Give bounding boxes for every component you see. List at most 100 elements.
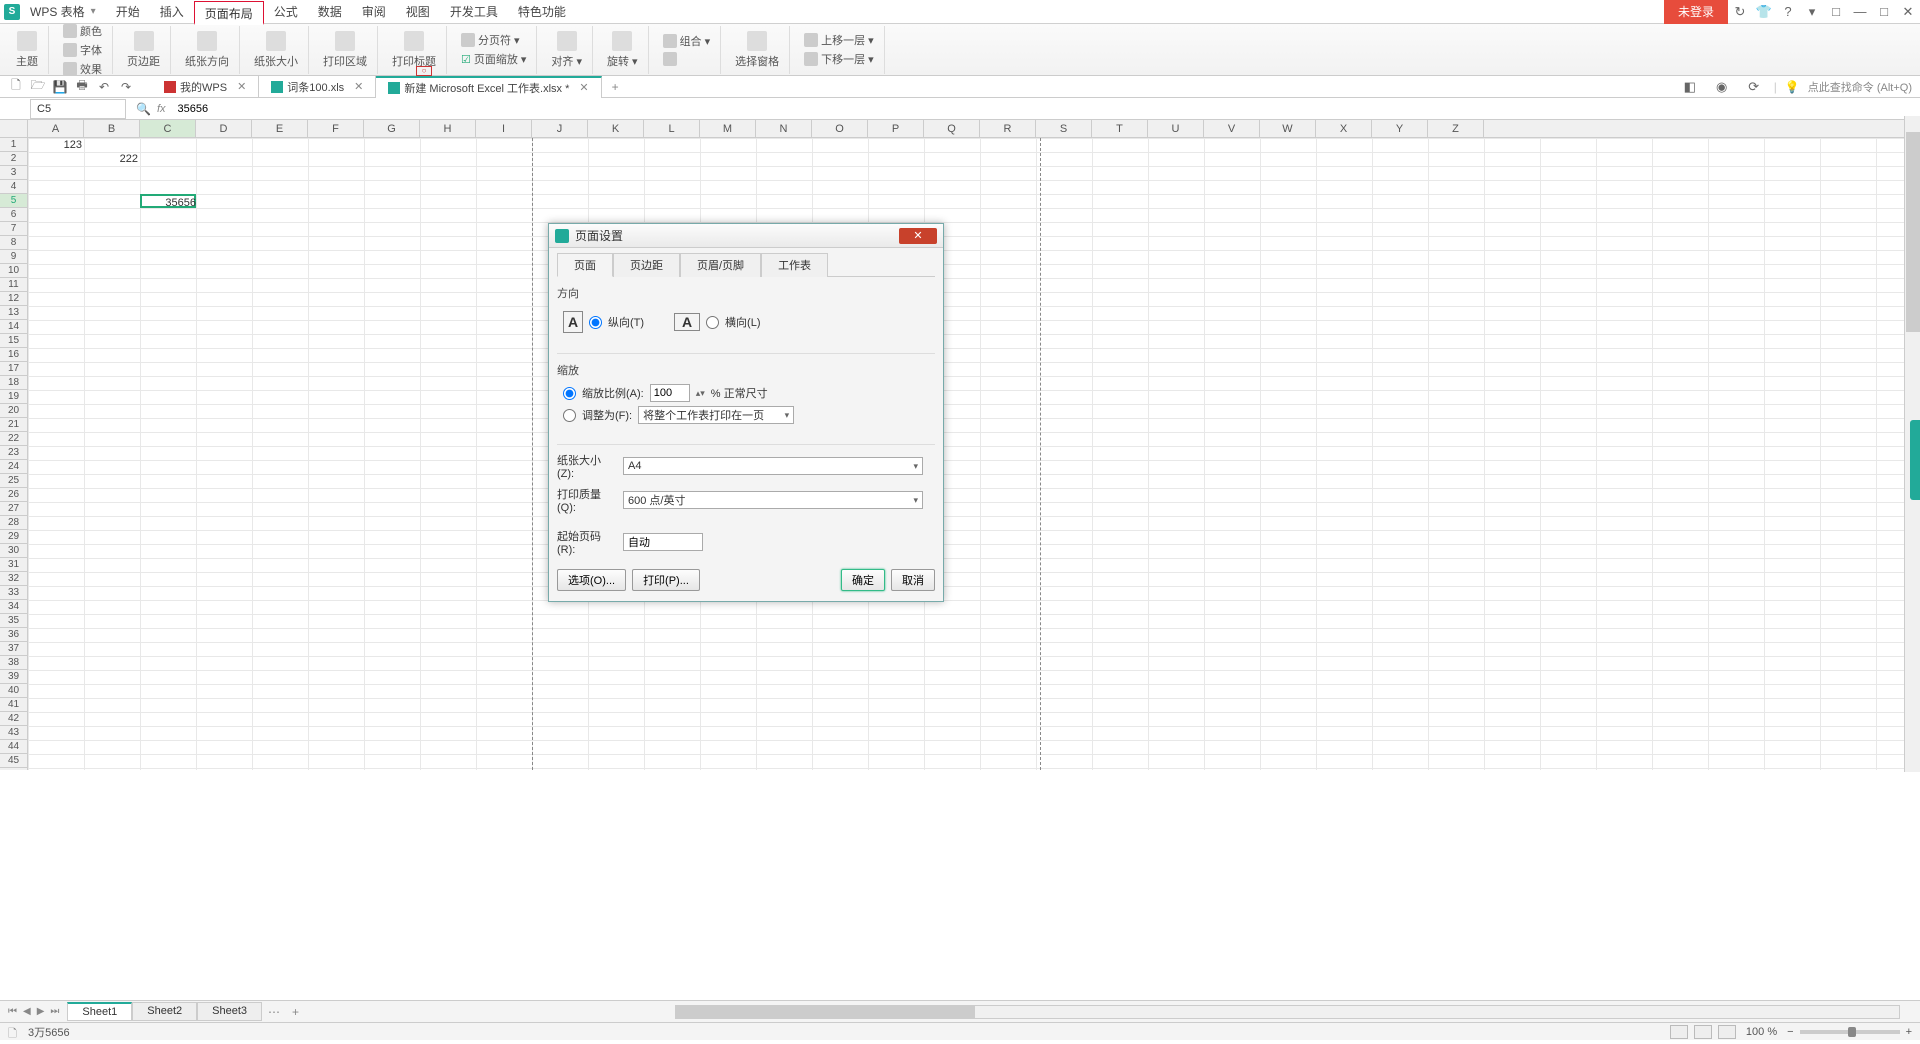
portrait-radio[interactable] xyxy=(589,316,602,329)
row-header-9[interactable]: 9 xyxy=(0,250,27,264)
font-button[interactable]: 字体 xyxy=(59,41,106,59)
qat-icon-5[interactable]: ↷ xyxy=(118,79,134,95)
row-header-3[interactable]: 3 xyxy=(0,166,27,180)
titlebar-icon-5[interactable]: — xyxy=(1848,0,1872,24)
ungroup-button[interactable] xyxy=(659,51,715,67)
active-cell[interactable]: 35656 xyxy=(140,194,196,208)
send-backward-button[interactable]: 下移一层 ▾ xyxy=(800,50,878,68)
cell-C5[interactable]: 35656 xyxy=(142,196,198,210)
sheet-nav-first-icon[interactable]: ⏮ xyxy=(6,1006,19,1017)
effect-button[interactable]: 效果 xyxy=(59,60,106,78)
dialog-tab-1[interactable]: 页边距 xyxy=(613,253,680,277)
row-header-32[interactable]: 32 xyxy=(0,572,27,586)
row-header-41[interactable]: 41 xyxy=(0,698,27,712)
menu-tab-7[interactable]: 开发工具 xyxy=(440,0,508,24)
titlebar-icon-1[interactable]: 👕 xyxy=(1752,0,1776,24)
app-menu-dropdown-icon[interactable]: ▾ xyxy=(91,6,106,17)
row-header-2[interactable]: 2 xyxy=(0,152,27,166)
row-header-4[interactable]: 4 xyxy=(0,180,27,194)
col-header-Z[interactable]: Z xyxy=(1428,120,1484,137)
row-header-46[interactable]: 46 xyxy=(0,768,27,770)
col-header-B[interactable]: B xyxy=(84,120,140,137)
doc-tab-2[interactable]: 新建 Microsoft Excel 工作表.xlsx *✕ xyxy=(376,76,601,98)
row-header-29[interactable]: 29 xyxy=(0,530,27,544)
qat-icon-0[interactable]: 🗋 xyxy=(8,79,24,95)
row-header-45[interactable]: 45 xyxy=(0,754,27,768)
name-box[interactable]: C5 xyxy=(30,99,126,119)
color-button[interactable]: 颜色 xyxy=(59,22,106,40)
view-page-break-button[interactable] xyxy=(1718,1025,1736,1039)
sheet-tab-0[interactable]: Sheet1 xyxy=(67,1002,132,1021)
find-command-label[interactable]: 点此查找命令 (Alt+Q) xyxy=(1808,79,1912,95)
col-header-P[interactable]: P xyxy=(868,120,924,137)
row-header-44[interactable]: 44 xyxy=(0,740,27,754)
spinner-icon[interactable]: ▴▾ xyxy=(696,388,705,399)
col-header-J[interactable]: J xyxy=(532,120,588,137)
orientation-button[interactable]: 纸张方向 xyxy=(181,29,233,71)
row-header-33[interactable]: 33 xyxy=(0,586,27,600)
col-header-V[interactable]: V xyxy=(1204,120,1260,137)
zoom-out-button[interactable]: − xyxy=(1787,1026,1793,1038)
row-header-13[interactable]: 13 xyxy=(0,306,27,320)
col-header-K[interactable]: K xyxy=(588,120,644,137)
titlebar-icon-7[interactable]: ✕ xyxy=(1896,0,1920,24)
doc-tab-1[interactable]: 词条100.xls✕ xyxy=(259,76,376,98)
row-header-18[interactable]: 18 xyxy=(0,376,27,390)
login-button[interactable]: 未登录 xyxy=(1664,0,1728,24)
side-panel-handle[interactable] xyxy=(1910,420,1920,500)
col-header-L[interactable]: L xyxy=(644,120,700,137)
view-normal-button[interactable] xyxy=(1670,1025,1688,1039)
row-header-16[interactable]: 16 xyxy=(0,348,27,362)
add-sheet-button[interactable]: + xyxy=(286,1005,305,1019)
page-scale-button[interactable]: ☑页面缩放 ▾ xyxy=(457,50,530,68)
dialog-close-button[interactable]: ✕ xyxy=(899,228,937,244)
col-header-N[interactable]: N xyxy=(756,120,812,137)
landscape-radio[interactable] xyxy=(706,316,719,329)
titlebar-icon-2[interactable]: ? xyxy=(1776,0,1800,24)
fit-to-radio[interactable] xyxy=(563,409,576,422)
dialog-tab-3[interactable]: 工作表 xyxy=(761,253,828,277)
menu-tab-8[interactable]: 特色功能 xyxy=(508,0,576,24)
sheet-tab-2[interactable]: Sheet3 xyxy=(197,1002,262,1021)
doc-close-icon[interactable]: ✕ xyxy=(231,80,246,93)
row-header-6[interactable]: 6 xyxy=(0,208,27,222)
row-header-1[interactable]: 1 xyxy=(0,138,27,152)
ok-button[interactable]: 确定 xyxy=(841,569,885,591)
cells-canvas[interactable]: 123 222 35656 xyxy=(28,138,1920,770)
align-button[interactable]: 对齐 ▾ xyxy=(547,29,586,71)
menu-tab-6[interactable]: 视图 xyxy=(396,0,440,24)
start-page-input[interactable] xyxy=(623,533,703,551)
col-header-M[interactable]: M xyxy=(700,120,756,137)
col-header-W[interactable]: W xyxy=(1260,120,1316,137)
print-quality-combo[interactable]: 600 点/英寸 xyxy=(623,491,923,509)
col-header-Q[interactable]: Q xyxy=(924,120,980,137)
menu-tab-3[interactable]: 公式 xyxy=(264,0,308,24)
options-button[interactable]: 选项(O)... xyxy=(557,569,626,591)
view-page-layout-button[interactable] xyxy=(1694,1025,1712,1039)
cancel-button[interactable]: 取消 xyxy=(891,569,935,591)
zoom-in-button[interactable]: + xyxy=(1906,1026,1912,1038)
row-header-10[interactable]: 10 xyxy=(0,264,27,278)
select-all-corner[interactable] xyxy=(0,120,28,137)
row-header-35[interactable]: 35 xyxy=(0,614,27,628)
row-header-34[interactable]: 34 xyxy=(0,600,27,614)
row-header-20[interactable]: 20 xyxy=(0,404,27,418)
titlebar-icon-3[interactable]: ▾ xyxy=(1800,0,1824,24)
cloud-icon[interactable]: ◉ xyxy=(1710,75,1734,99)
selection-pane-button[interactable]: 选择窗格 xyxy=(731,29,783,71)
formula-input[interactable] xyxy=(172,99,1920,119)
doc-tab-0[interactable]: 我的WPS✕ xyxy=(152,76,259,98)
new-tab-button[interactable]: + xyxy=(602,80,629,94)
row-header-21[interactable]: 21 xyxy=(0,418,27,432)
qat-icon-1[interactable]: 🗁 xyxy=(30,79,46,95)
fx-search-icon[interactable]: 🔍 xyxy=(136,102,151,116)
col-header-R[interactable]: R xyxy=(980,120,1036,137)
row-header-26[interactable]: 26 xyxy=(0,488,27,502)
qat-icon-2[interactable]: 💾 xyxy=(52,79,68,95)
row-header-31[interactable]: 31 xyxy=(0,558,27,572)
menu-tab-5[interactable]: 审阅 xyxy=(352,0,396,24)
titlebar-icon-4[interactable]: □ xyxy=(1824,0,1848,24)
col-header-F[interactable]: F xyxy=(308,120,364,137)
row-header-12[interactable]: 12 xyxy=(0,292,27,306)
col-header-T[interactable]: T xyxy=(1092,120,1148,137)
